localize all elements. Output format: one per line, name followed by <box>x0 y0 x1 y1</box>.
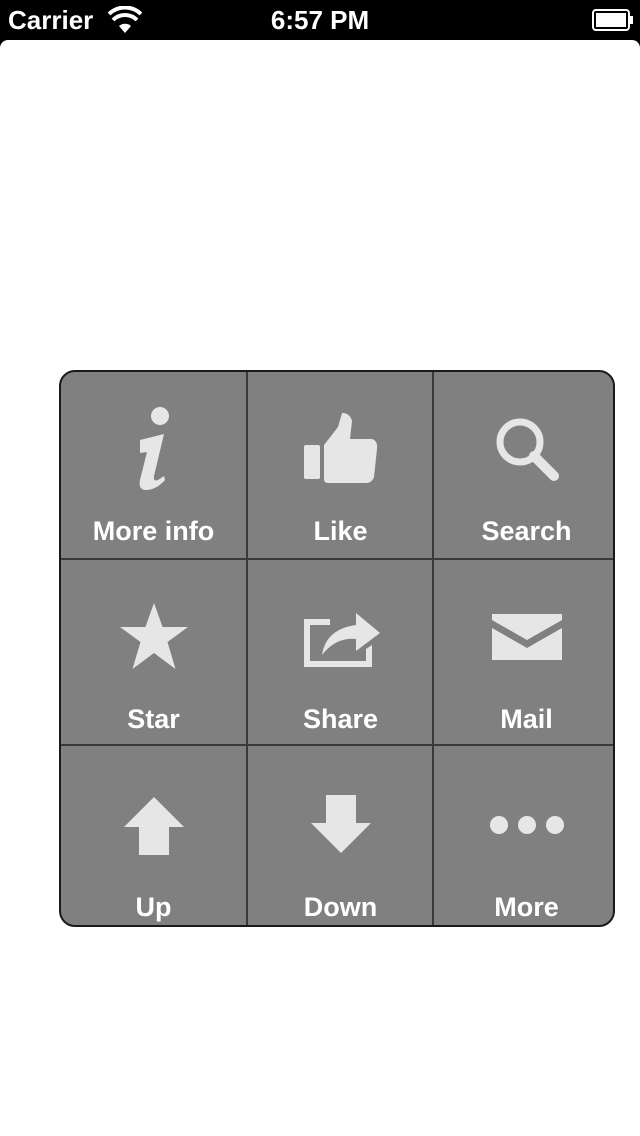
thumbs-up-icon <box>303 413 377 483</box>
menu-item-label: More info <box>92 516 215 546</box>
grid-menu: More info Like Search Star Share Mail Up… <box>59 370 615 927</box>
grid-divider <box>61 744 613 746</box>
star-icon <box>119 603 188 669</box>
arrow-down-icon <box>310 795 371 853</box>
menu-item-label: Star <box>127 704 180 734</box>
menu-item-down[interactable]: Down <box>248 748 433 925</box>
menu-item-more[interactable]: More <box>434 748 613 925</box>
menu-item-mail[interactable]: Mail <box>434 560 613 746</box>
menu-item-label: Search <box>481 516 572 546</box>
menu-item-search[interactable]: Search <box>434 372 613 558</box>
menu-item-label: Mail <box>500 704 553 734</box>
menu-item-star[interactable]: Star <box>61 560 246 746</box>
mail-icon <box>491 614 562 660</box>
info-icon <box>139 407 169 490</box>
share-icon <box>303 613 380 667</box>
menu-item-label: Down <box>303 892 378 922</box>
search-icon <box>496 418 559 481</box>
arrow-up-icon <box>123 797 184 855</box>
status-time: 6:57 PM <box>270 5 370 35</box>
grid-divider <box>432 372 434 925</box>
menu-item-label: Up <box>135 892 172 922</box>
menu-item-share[interactable]: Share <box>248 560 433 746</box>
menu-item-label: Like <box>313 516 368 546</box>
menu-item-more-info[interactable]: More info <box>61 372 246 558</box>
grid-divider <box>246 372 248 925</box>
menu-item-label: Share <box>302 704 379 734</box>
menu-item-up[interactable]: Up <box>61 748 246 925</box>
menu-item-like[interactable]: Like <box>248 372 433 558</box>
battery-icon <box>592 9 633 31</box>
status-bar: Carrier 6:57 PM <box>0 0 640 40</box>
menu-item-label: More <box>494 892 559 922</box>
grid-divider <box>61 558 613 560</box>
more-icon <box>489 816 564 834</box>
